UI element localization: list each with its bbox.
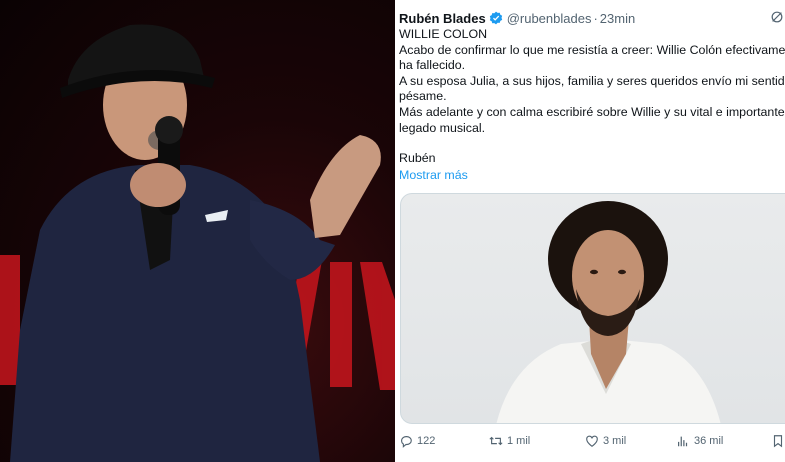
like-button[interactable]: 3 mil [585, 432, 626, 450]
header-separator: · [593, 10, 598, 26]
bookmark-button[interactable] [771, 432, 785, 450]
retweet-count: 1 mil [507, 435, 531, 447]
grok-icon[interactable] [770, 10, 784, 24]
tweet-line: legado musical. [399, 120, 486, 135]
views-icon [678, 436, 688, 447]
show-more-link[interactable]: Mostrar más [399, 168, 785, 184]
author-handle[interactable]: @rubenblades [507, 11, 592, 26]
retweet-button[interactable]: 1 mil [489, 432, 530, 450]
tweet-signature: Rubén [399, 151, 436, 166]
reply-icon [401, 436, 412, 448]
tweet-line: WILLIE COLON [399, 27, 488, 41]
tweet-timestamp[interactable]: 23min [600, 11, 635, 26]
tweet-line: Acabo de confirmar lo que me resistía a … [399, 42, 785, 57]
tweet-line: pésame. [399, 89, 447, 104]
tweet-line: Más adelante y con calma escribiré sobre… [399, 104, 785, 119]
tweet-card: Rubén Blades @rubenblades · 23min WILLIE… [395, 0, 785, 462]
tweet-text: WILLIE COLON Acabo de confirmar lo que m… [399, 27, 785, 183]
portrait-illustration [496, 201, 721, 423]
reply-count: 122 [417, 435, 436, 447]
verified-badge-icon [489, 11, 502, 25]
like-icon [586, 435, 598, 447]
views-count: 36 mil [694, 435, 724, 447]
singer-photo-illustration [0, 24, 395, 462]
retweet-icon [489, 436, 503, 446]
author-name[interactable]: Rubén Blades [399, 11, 486, 26]
tweet-line: ha fallecido. [399, 58, 466, 73]
tweet-actions: 122 1 mil 3 mil 36 mil [399, 432, 785, 450]
bookmark-icon [773, 435, 783, 448]
tweet-image[interactable] [400, 193, 785, 424]
tweet-header: Rubén Blades @rubenblades · 23min [399, 9, 635, 27]
singer-photo [0, 0, 395, 462]
tweet-line: A su esposa Julia, a sus hijos, familia … [399, 73, 785, 88]
views-button[interactable]: 36 mil [676, 432, 723, 450]
reply-button[interactable]: 122 [399, 432, 435, 450]
like-count: 3 mil [603, 435, 627, 447]
